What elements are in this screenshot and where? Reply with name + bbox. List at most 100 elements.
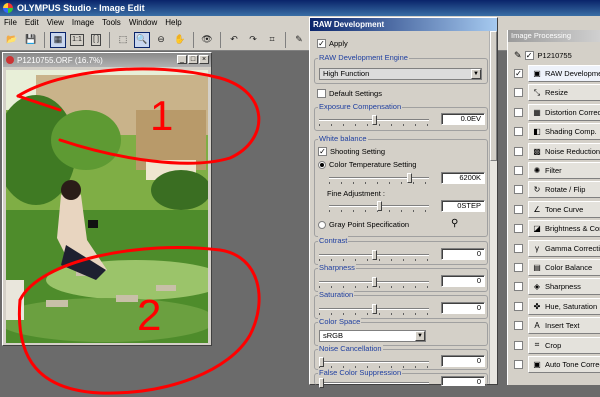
processing-item-checkbox[interactable] <box>514 282 523 292</box>
processing-item[interactable]: ↻ Rotate / Flip <box>508 180 600 199</box>
contrast-slider-knob[interactable] <box>372 250 377 260</box>
processing-item-button[interactable]: ▤ Color Balance <box>528 259 600 276</box>
processing-item-checkbox[interactable] <box>514 185 523 195</box>
close-icon[interactable]: × <box>199 55 209 64</box>
processing-item[interactable]: ▣ Auto Tone Correction <box>508 355 600 374</box>
processing-item-button[interactable]: ◧ Shading Comp. <box>528 123 600 141</box>
processing-item-button[interactable]: γ Gamma Correction <box>528 239 600 257</box>
saturation-slider[interactable] <box>319 304 429 315</box>
noise-slider[interactable] <box>319 357 429 368</box>
processing-item[interactable]: ✤ Hue, Saturation <box>508 297 600 316</box>
color-temp-field[interactable]: 6200K <box>441 172 485 184</box>
zoom-in-icon[interactable]: 🔍 <box>134 31 150 48</box>
default-settings-checkbox[interactable] <box>317 89 326 98</box>
menu-file[interactable]: File <box>0 18 21 27</box>
engine-select[interactable]: High Function ▼ <box>319 68 482 80</box>
processing-item[interactable]: ✓ ▣ RAW Development <box>508 64 600 83</box>
processing-item-checkbox[interactable] <box>514 224 523 234</box>
raw-panel-scroll-thumb[interactable] <box>490 31 497 161</box>
processing-item-checkbox[interactable] <box>514 243 523 253</box>
processing-item-button[interactable]: ◪ Brightness & Contrast <box>528 220 600 238</box>
chevron-down-icon[interactable]: ▼ <box>415 331 425 341</box>
menu-view[interactable]: View <box>43 18 68 27</box>
menu-image[interactable]: Image <box>68 18 98 27</box>
processing-item-checkbox[interactable] <box>514 166 523 175</box>
processing-item[interactable]: ▦ Distortion Correction <box>508 103 600 122</box>
contrast-field[interactable]: 0 <box>441 248 485 260</box>
zoom-1-1-button[interactable]: 1:1 <box>69 32 85 48</box>
processing-item-checkbox[interactable] <box>514 107 523 117</box>
fine-adjust-slider-knob[interactable] <box>377 201 382 211</box>
processing-item[interactable]: ✺ Filter <box>508 161 600 180</box>
saturation-slider-knob[interactable] <box>372 304 377 314</box>
false-color-field[interactable]: 0 <box>441 376 485 386</box>
hand-icon[interactable]: ✋ <box>172 32 188 48</box>
photo-canvas[interactable] <box>6 70 208 343</box>
processing-item-checkbox[interactable] <box>514 360 523 369</box>
processing-item-button[interactable]: ⤡ Resize <box>528 84 600 102</box>
processing-item-checkbox[interactable] <box>514 263 523 272</box>
processing-item-checkbox[interactable] <box>514 127 523 137</box>
processing-item-button[interactable]: ▦ Distortion Correction <box>528 103 600 121</box>
processing-item[interactable]: ▩ Noise Reduction <box>508 142 600 161</box>
open-folder-icon[interactable]: 📂 <box>4 32 20 48</box>
fine-adjust-slider[interactable] <box>329 201 429 212</box>
processing-item[interactable]: ◧ Shading Comp. <box>508 122 600 141</box>
sharpness-slider[interactable] <box>319 277 429 288</box>
processing-item-button[interactable]: A Insert Text <box>528 317 600 335</box>
chevron-down-icon[interactable]: ▼ <box>471 69 481 79</box>
noise-field[interactable]: 0 <box>441 355 485 367</box>
exposure-field[interactable]: 0.0EV <box>441 113 485 125</box>
file-checkbox[interactable]: ✓ <box>524 51 534 60</box>
processing-item-button[interactable]: ⌗ Crop <box>528 336 600 354</box>
processing-item-button[interactable]: ◈ Sharpness <box>528 278 600 296</box>
processing-item-button[interactable]: ∠ Tone Curve <box>528 200 600 218</box>
processing-item-checkbox[interactable] <box>514 340 523 350</box>
menu-tools[interactable]: Tools <box>98 18 125 27</box>
processing-item-checkbox[interactable]: ✓ <box>514 69 523 78</box>
crop-icon[interactable]: ⌗ <box>264 32 280 48</box>
select-rect-icon[interactable]: ⬚ <box>115 32 131 48</box>
processing-item[interactable]: ◪ Brightness & Contrast <box>508 219 600 238</box>
processing-item-checkbox[interactable] <box>514 204 523 214</box>
fine-adjust-field[interactable]: 0STEP <box>441 200 485 212</box>
false-color-slider[interactable] <box>319 378 429 388</box>
exposure-slider[interactable] <box>319 115 429 126</box>
minimize-icon[interactable]: _ <box>177 55 187 64</box>
processing-item[interactable]: ∠ Tone Curve <box>508 200 600 219</box>
processing-item-button[interactable]: ↻ Rotate / Flip <box>528 181 600 199</box>
contrast-slider[interactable] <box>319 250 429 261</box>
apply-checkbox[interactable]: ✓ <box>317 39 326 48</box>
color-temp-slider[interactable] <box>329 173 429 184</box>
image-window-titlebar[interactable]: P1210755.ORF (16.7%) _ □ × <box>3 53 211 67</box>
zoom-fit-button[interactable]: [ ] <box>88 32 104 48</box>
menu-help[interactable]: Help <box>161 18 185 27</box>
sharpness-slider-knob[interactable] <box>372 277 377 287</box>
processing-item-button[interactable]: ▩ Noise Reduction <box>528 142 600 160</box>
processing-item-button[interactable]: ▣ Auto Tone Correction <box>528 356 600 373</box>
color-temp-slider-knob[interactable] <box>407 173 412 183</box>
raw-panel-scrollbar[interactable] <box>489 31 497 384</box>
gray-point-radio[interactable] <box>318 220 326 229</box>
shooting-setting-checkbox[interactable]: ✓ <box>318 147 327 156</box>
false-color-slider-knob[interactable] <box>319 378 324 388</box>
eyedropper-icon[interactable]: ⚲ <box>451 218 458 229</box>
rotate-right-icon[interactable]: ↷ <box>245 32 261 48</box>
processing-item-button[interactable]: ✺ Filter <box>528 162 600 179</box>
color-space-select[interactable]: sRGB ▼ <box>319 330 426 342</box>
processing-item-checkbox[interactable] <box>514 88 523 98</box>
processing-item[interactable]: A Insert Text <box>508 316 600 335</box>
sharpness-field[interactable]: 0 <box>441 275 485 287</box>
processing-item-checkbox[interactable] <box>514 301 523 311</box>
exposure-slider-knob[interactable] <box>372 115 377 125</box>
processing-item-checkbox[interactable] <box>514 321 523 331</box>
maximize-icon[interactable]: □ <box>188 55 198 64</box>
menu-window[interactable]: Window <box>125 18 161 27</box>
processing-item[interactable]: ⤡ Resize <box>508 83 600 102</box>
grid-view-icon[interactable]: ▦ <box>50 31 66 48</box>
edit-pen-icon[interactable]: ✎ <box>291 32 307 48</box>
processing-item[interactable]: ▤ Color Balance <box>508 258 600 277</box>
processing-item-button[interactable]: ▣ RAW Development <box>528 65 600 82</box>
processing-item[interactable]: ⌗ Crop <box>508 336 600 355</box>
processing-item[interactable]: ◈ Sharpness <box>508 277 600 296</box>
